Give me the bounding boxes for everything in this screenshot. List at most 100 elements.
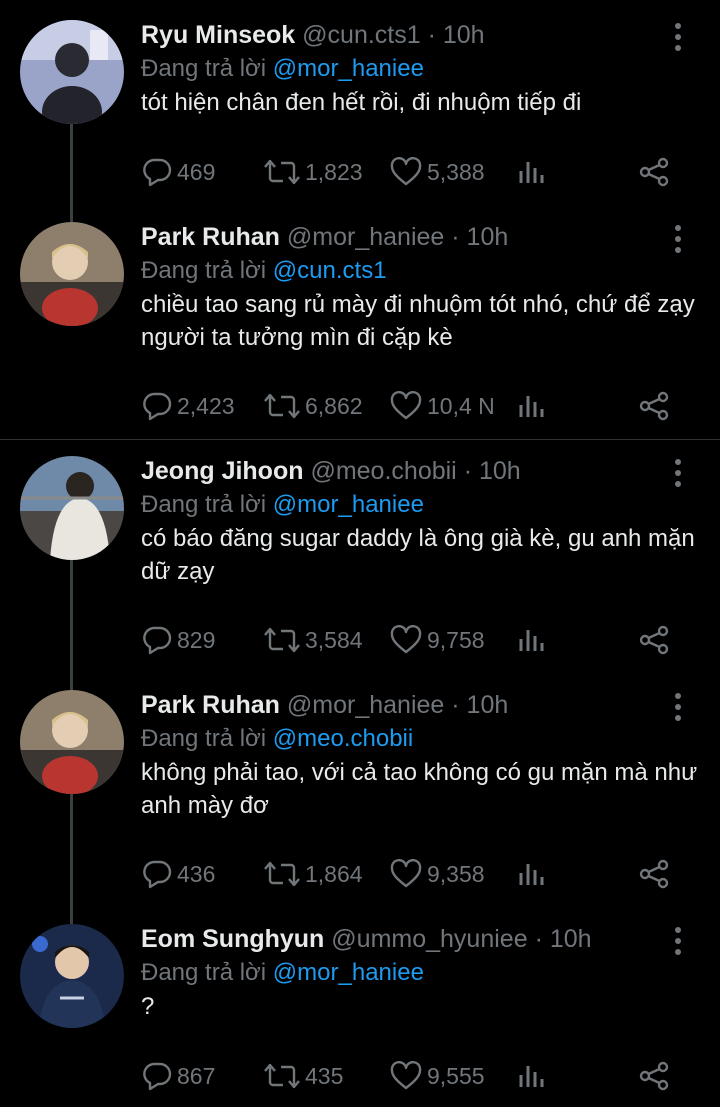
display-name[interactable]: Park Ruhan — [141, 223, 280, 251]
reply-mention[interactable]: @mor_haniee — [273, 959, 424, 986]
retweet-count: 3,584 — [305, 626, 363, 653]
retweet-icon — [264, 861, 300, 887]
username-handle[interactable]: @meo.chobii — [310, 457, 456, 485]
reply-prefix: Đang trả lời — [141, 257, 267, 284]
action-bar: 469 1,823 5,388 — [141, 154, 701, 190]
like-button[interactable]: 9,758 — [389, 622, 485, 658]
retweet-button[interactable]: 3,584 — [263, 622, 363, 658]
share-icon — [639, 1061, 669, 1091]
more-options-icon[interactable] — [664, 690, 692, 724]
heart-icon — [390, 625, 422, 654]
timestamp[interactable]: 10h — [467, 691, 509, 719]
tweet-text: ? — [141, 993, 155, 1020]
reply-mention[interactable]: @meo.chobii — [273, 725, 413, 752]
reply-count: 469 — [177, 158, 216, 185]
reply-mention[interactable]: @mor_haniee — [273, 55, 424, 82]
tweet-header: Park Ruhan @mor_haniee · 10h — [141, 690, 508, 720]
retweet-button[interactable]: 1,864 — [263, 856, 363, 892]
reply-mention[interactable]: @cun.cts1 — [273, 257, 387, 284]
tweet[interactable]: Ryu Minseok @cun.cts1 · 10h Đang trả lời… — [0, 20, 720, 220]
like-count: 9,358 — [427, 860, 485, 887]
heart-icon — [390, 859, 422, 888]
like-count: 10,4 N — [427, 392, 495, 419]
like-count: 5,388 — [427, 158, 485, 185]
reply-context: Đang trả lời @mor_haniee — [141, 490, 424, 520]
tweet-text: không phải tao, với cả tao không có gu m… — [141, 759, 698, 819]
tweet[interactable]: Eom Sunghyun @ummo_hyuniee · 10h Đang tr… — [0, 924, 720, 1104]
display-name[interactable]: Jeong Jihoon — [141, 457, 304, 485]
share-button[interactable] — [638, 154, 674, 190]
share-button[interactable] — [638, 622, 674, 658]
analytics-button[interactable] — [517, 388, 551, 424]
username-handle[interactable]: @mor_haniee — [287, 691, 444, 719]
retweet-icon — [264, 159, 300, 185]
retweet-button[interactable]: 1,823 — [263, 154, 363, 190]
share-button[interactable] — [638, 388, 674, 424]
tweet[interactable]: Park Ruhan @mor_haniee · 10h Đang trả lờ… — [0, 690, 720, 920]
retweet-button[interactable]: 6,862 — [263, 388, 363, 424]
timestamp[interactable]: 10h — [550, 925, 592, 953]
reply-count: 2,423 — [177, 392, 235, 419]
more-options-icon[interactable] — [664, 222, 692, 256]
dot-separator: · — [427, 21, 436, 49]
like-button[interactable]: 5,388 — [389, 154, 485, 190]
avatar[interactable] — [20, 20, 124, 124]
display-name[interactable]: Eom Sunghyun — [141, 925, 324, 953]
display-name[interactable]: Park Ruhan — [141, 691, 280, 719]
action-bar: 436 1,864 9,358 — [141, 856, 701, 892]
reply-button[interactable]: 2,423 — [141, 388, 235, 424]
timestamp[interactable]: 10h — [467, 223, 509, 251]
tweet-text: chiều tao sang rủ mày đi nhuộm tót nhó, … — [141, 291, 695, 351]
like-button[interactable]: 10,4 N — [389, 388, 495, 424]
reply-button[interactable]: 829 — [141, 622, 215, 658]
reply-icon — [143, 158, 172, 187]
analytics-icon — [519, 162, 544, 183]
reply-context: Đang trả lời @cun.cts1 — [141, 256, 387, 286]
timestamp[interactable]: 10h — [479, 457, 521, 485]
reply-icon — [143, 392, 172, 421]
tweet[interactable]: Park Ruhan @mor_haniee · 10h Đang trả lờ… — [0, 222, 720, 438]
retweet-button[interactable]: 435 — [263, 1058, 343, 1094]
reply-prefix: Đang trả lời — [141, 491, 267, 518]
retweet-count: 6,862 — [305, 392, 363, 419]
more-options-icon[interactable] — [664, 20, 692, 54]
share-button[interactable] — [638, 856, 674, 892]
reply-count: 436 — [177, 860, 216, 887]
thread-divider — [0, 439, 720, 440]
retweet-count: 435 — [305, 1062, 344, 1089]
tweet-header: Eom Sunghyun @ummo_hyuniee · 10h — [141, 924, 592, 954]
dot-separator: · — [463, 457, 473, 485]
analytics-button[interactable] — [517, 622, 551, 658]
like-button[interactable]: 9,555 — [389, 1058, 485, 1094]
analytics-button[interactable] — [517, 1058, 551, 1094]
heart-icon — [390, 391, 422, 420]
avatar[interactable] — [20, 690, 124, 794]
share-button[interactable] — [638, 1058, 674, 1094]
like-button[interactable]: 9,358 — [389, 856, 485, 892]
reply-context: Đang trả lời @meo.chobii — [141, 724, 413, 754]
timestamp[interactable]: 10h — [443, 21, 485, 49]
tweet-header: Jeong Jihoon @meo.chobii · 10h — [141, 456, 521, 486]
reply-prefix: Đang trả lời — [141, 725, 267, 752]
reply-button[interactable]: 436 — [141, 856, 215, 892]
retweet-icon — [264, 627, 300, 653]
username-handle[interactable]: @mor_haniee — [287, 223, 444, 251]
avatar[interactable] — [20, 456, 124, 560]
reply-mention[interactable]: @mor_haniee — [273, 491, 424, 518]
reply-button[interactable]: 469 — [141, 154, 215, 190]
analytics-button[interactable] — [517, 154, 551, 190]
tweet-header: Park Ruhan @mor_haniee · 10h — [141, 222, 508, 252]
avatar[interactable] — [20, 924, 124, 1028]
more-options-icon[interactable] — [664, 924, 692, 958]
avatar[interactable] — [20, 222, 124, 326]
analytics-button[interactable] — [517, 856, 551, 892]
more-options-icon[interactable] — [664, 456, 692, 490]
display-name[interactable]: Ryu Minseok — [141, 21, 295, 49]
dot-separator: · — [451, 223, 460, 251]
retweet-icon — [264, 1063, 300, 1089]
reply-count: 867 — [177, 1062, 216, 1089]
tweet[interactable]: Jeong Jihoon @meo.chobii · 10h Đang trả … — [0, 456, 720, 686]
reply-button[interactable]: 867 — [141, 1058, 215, 1094]
username-handle[interactable]: @cun.cts1 — [302, 21, 420, 49]
username-handle[interactable]: @ummo_hyuniee — [331, 925, 527, 953]
